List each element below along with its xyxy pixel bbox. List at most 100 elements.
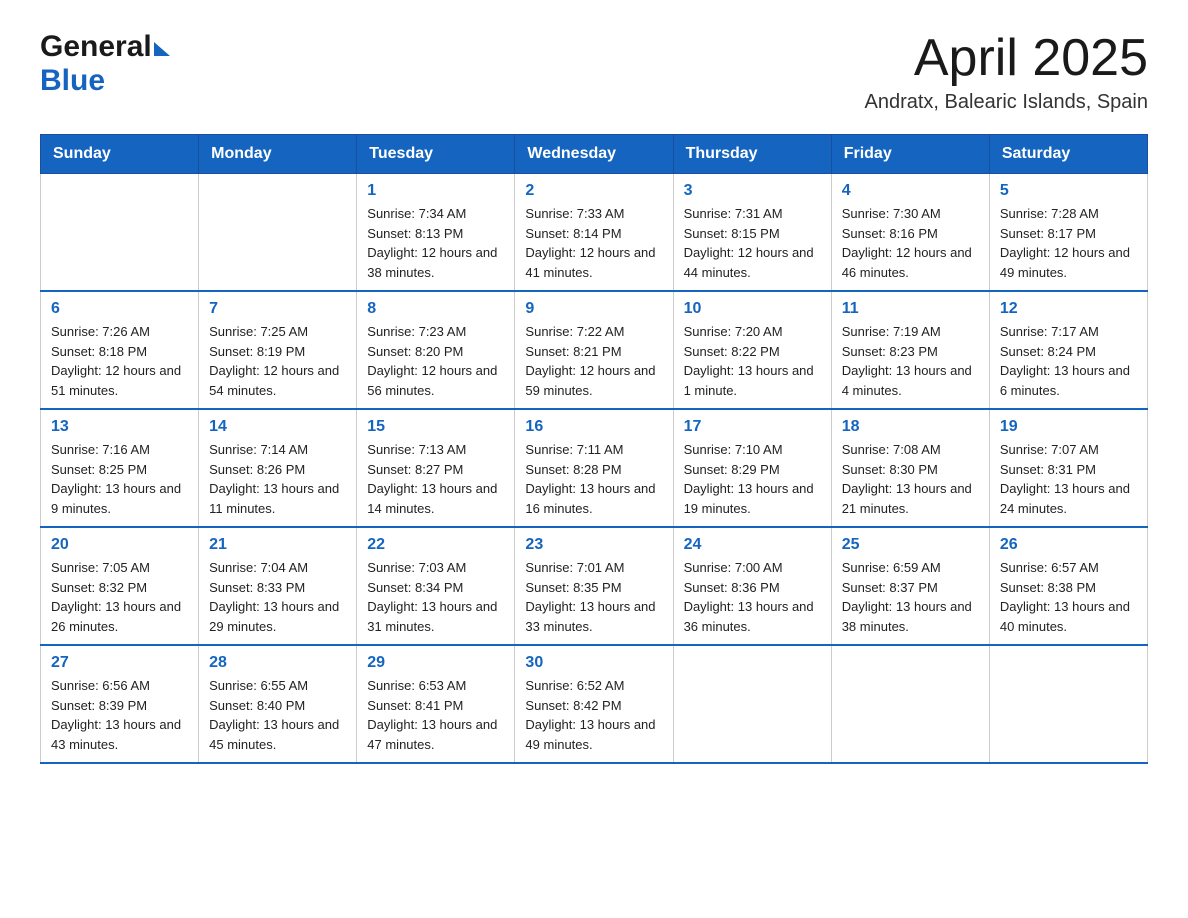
day-number: 30: [525, 654, 662, 672]
day-number: 7: [209, 300, 346, 318]
table-row: 2Sunrise: 7:33 AMSunset: 8:14 PMDaylight…: [515, 174, 673, 292]
day-info: Sunrise: 7:16 AMSunset: 8:25 PMDaylight:…: [51, 440, 188, 518]
day-number: 10: [684, 300, 821, 318]
day-number: 3: [684, 182, 821, 200]
day-number: 22: [367, 536, 504, 554]
table-row: 12 Sunrise: 7:17 AMSunset: 8:24 PMDayligh…: [989, 291, 1147, 409]
day-number: 8: [367, 300, 504, 318]
calendar-table: Sunday Monday Tuesday Wednesday Thursday…: [40, 134, 1148, 764]
table-row: 23Sunrise: 7:01 AMSunset: 8:35 PMDayligh…: [515, 527, 673, 645]
day-info: Sunrise: 6:53 AMSunset: 8:41 PMDaylight:…: [367, 676, 504, 754]
table-row: 8Sunrise: 7:23 AMSunset: 8:20 PMDaylight…: [357, 291, 515, 409]
table-row: 1 Sunrise: 7:34 AMSunset: 8:13 PMDaylight…: [357, 174, 515, 292]
day-info: Sunrise: 7:08 AMSunset: 8:30 PMDaylight:…: [842, 440, 979, 518]
table-row: 18Sunrise: 7:08 AMSunset: 8:30 PMDayligh…: [831, 409, 989, 527]
logo: General Blue: [40, 30, 170, 98]
day-number: 15: [367, 418, 504, 436]
table-row: [673, 645, 831, 763]
table-row: 15 Sunrise: 7:13 AMSunset: 8:27 PMDayligh…: [357, 409, 515, 527]
day-number: 2: [525, 182, 662, 200]
day-info: Sunrise: 6:52 AMSunset: 8:42 PMDaylight:…: [525, 676, 662, 754]
day-info: Sunrise: 7:26 AMSunset: 8:18 PMDaylight:…: [51, 322, 188, 400]
table-row: 7 Sunrise: 7:25 AMSunset: 8:19 PMDaylight…: [199, 291, 357, 409]
table-row: 22 Sunrise: 7:03 AMSunset: 8:34 PMDayligh…: [357, 527, 515, 645]
table-row: [41, 174, 199, 292]
day-number: 16: [525, 418, 662, 436]
day-number: 9: [525, 300, 662, 318]
day-info: Sunrise: 7:20 AMSunset: 8:22 PMDaylight:…: [684, 322, 821, 400]
table-row: 19Sunrise: 7:07 AMSunset: 8:31 PMDayligh…: [989, 409, 1147, 527]
table-row: 21Sunrise: 7:04 AMSunset: 8:33 PMDayligh…: [199, 527, 357, 645]
logo-general-text: General: [40, 30, 152, 64]
day-number: 6: [51, 300, 188, 318]
table-row: 5 Sunrise: 7:28 AMSunset: 8:17 PMDaylight…: [989, 174, 1147, 292]
day-number: 5: [1000, 182, 1137, 200]
col-saturday: Saturday: [989, 135, 1147, 174]
table-row: [989, 645, 1147, 763]
day-number: 29: [367, 654, 504, 672]
week-row-3: 13 Sunrise: 7:16 AMSunset: 8:25 PMDayligh…: [41, 409, 1148, 527]
day-info: Sunrise: 7:00 AMSunset: 8:36 PMDaylight:…: [684, 558, 821, 636]
table-row: 10 Sunrise: 7:20 AMSunset: 8:22 PMDayligh…: [673, 291, 831, 409]
table-row: 14 Sunrise: 7:14 AMSunset: 8:26 PMDayligh…: [199, 409, 357, 527]
month-title: April 2025: [865, 30, 1149, 87]
day-info: Sunrise: 7:19 AMSunset: 8:23 PMDaylight:…: [842, 322, 979, 400]
table-row: 4 Sunrise: 7:30 AMSunset: 8:16 PMDaylight…: [831, 174, 989, 292]
week-row-2: 6 Sunrise: 7:26 AMSunset: 8:18 PMDaylight…: [41, 291, 1148, 409]
table-row: 24 Sunrise: 7:00 AMSunset: 8:36 PMDayligh…: [673, 527, 831, 645]
day-number: 11: [842, 300, 979, 318]
col-friday: Friday: [831, 135, 989, 174]
day-info: Sunrise: 7:30 AMSunset: 8:16 PMDaylight:…: [842, 204, 979, 282]
day-number: 20: [51, 536, 188, 554]
logo-blue-text: Blue: [40, 64, 105, 97]
table-row: 9 Sunrise: 7:22 AMSunset: 8:21 PMDaylight…: [515, 291, 673, 409]
table-row: 3 Sunrise: 7:31 AMSunset: 8:15 PMDaylight…: [673, 174, 831, 292]
page-header: General Blue April 2025 Andratx, Baleari…: [40, 30, 1148, 114]
table-row: 13 Sunrise: 7:16 AMSunset: 8:25 PMDayligh…: [41, 409, 199, 527]
table-row: 28Sunrise: 6:55 AMSunset: 8:40 PMDayligh…: [199, 645, 357, 763]
day-number: 24: [684, 536, 821, 554]
day-info: Sunrise: 6:56 AMSunset: 8:39 PMDaylight:…: [51, 676, 188, 754]
day-info: Sunrise: 7:10 AMSunset: 8:29 PMDaylight:…: [684, 440, 821, 518]
day-info: Sunrise: 7:25 AMSunset: 8:19 PMDaylight:…: [209, 322, 346, 400]
day-info: Sunrise: 7:28 AMSunset: 8:17 PMDaylight:…: [1000, 204, 1137, 282]
day-info: Sunrise: 7:22 AMSunset: 8:21 PMDaylight:…: [525, 322, 662, 400]
day-number: 17: [684, 418, 821, 436]
day-info: Sunrise: 7:07 AMSunset: 8:31 PMDaylight:…: [1000, 440, 1137, 518]
day-info: Sunrise: 7:31 AMSunset: 8:15 PMDaylight:…: [684, 204, 821, 282]
day-number: 25: [842, 536, 979, 554]
day-number: 14: [209, 418, 346, 436]
day-info: Sunrise: 7:11 AMSunset: 8:28 PMDaylight:…: [525, 440, 662, 518]
day-info: Sunrise: 7:05 AMSunset: 8:32 PMDaylight:…: [51, 558, 188, 636]
day-info: Sunrise: 7:01 AMSunset: 8:35 PMDaylight:…: [525, 558, 662, 636]
table-row: 30 Sunrise: 6:52 AMSunset: 8:42 PMDayligh…: [515, 645, 673, 763]
col-monday: Monday: [199, 135, 357, 174]
day-info: Sunrise: 7:03 AMSunset: 8:34 PMDaylight:…: [367, 558, 504, 636]
calendar-header-row: Sunday Monday Tuesday Wednesday Thursday…: [41, 135, 1148, 174]
week-row-5: 27 Sunrise: 6:56 AMSunset: 8:39 PMDayligh…: [41, 645, 1148, 763]
day-info: Sunrise: 7:17 AMSunset: 8:24 PMDaylight:…: [1000, 322, 1137, 400]
table-row: 29 Sunrise: 6:53 AMSunset: 8:41 PMDayligh…: [357, 645, 515, 763]
day-number: 13: [51, 418, 188, 436]
day-number: 28: [209, 654, 346, 672]
col-sunday: Sunday: [41, 135, 199, 174]
day-info: Sunrise: 7:34 AMSunset: 8:13 PMDaylight:…: [367, 204, 504, 282]
week-row-1: 1 Sunrise: 7:34 AMSunset: 8:13 PMDaylight…: [41, 174, 1148, 292]
day-info: Sunrise: 7:04 AMSunset: 8:33 PMDaylight:…: [209, 558, 346, 636]
day-number: 27: [51, 654, 188, 672]
day-number: 1: [367, 182, 504, 200]
table-row: 27 Sunrise: 6:56 AMSunset: 8:39 PMDayligh…: [41, 645, 199, 763]
day-info: Sunrise: 7:14 AMSunset: 8:26 PMDaylight:…: [209, 440, 346, 518]
table-row: 26Sunrise: 6:57 AMSunset: 8:38 PMDayligh…: [989, 527, 1147, 645]
table-row: 6 Sunrise: 7:26 AMSunset: 8:18 PMDaylight…: [41, 291, 199, 409]
day-number: 4: [842, 182, 979, 200]
location-text: Andratx, Balearic Islands, Spain: [865, 91, 1149, 114]
col-tuesday: Tuesday: [357, 135, 515, 174]
day-number: 26: [1000, 536, 1137, 554]
week-row-4: 20 Sunrise: 7:05 AMSunset: 8:32 PMDayligh…: [41, 527, 1148, 645]
col-wednesday: Wednesday: [515, 135, 673, 174]
table-row: 20 Sunrise: 7:05 AMSunset: 8:32 PMDayligh…: [41, 527, 199, 645]
day-info: Sunrise: 7:13 AMSunset: 8:27 PMDaylight:…: [367, 440, 504, 518]
col-thursday: Thursday: [673, 135, 831, 174]
day-number: 12: [1000, 300, 1137, 318]
